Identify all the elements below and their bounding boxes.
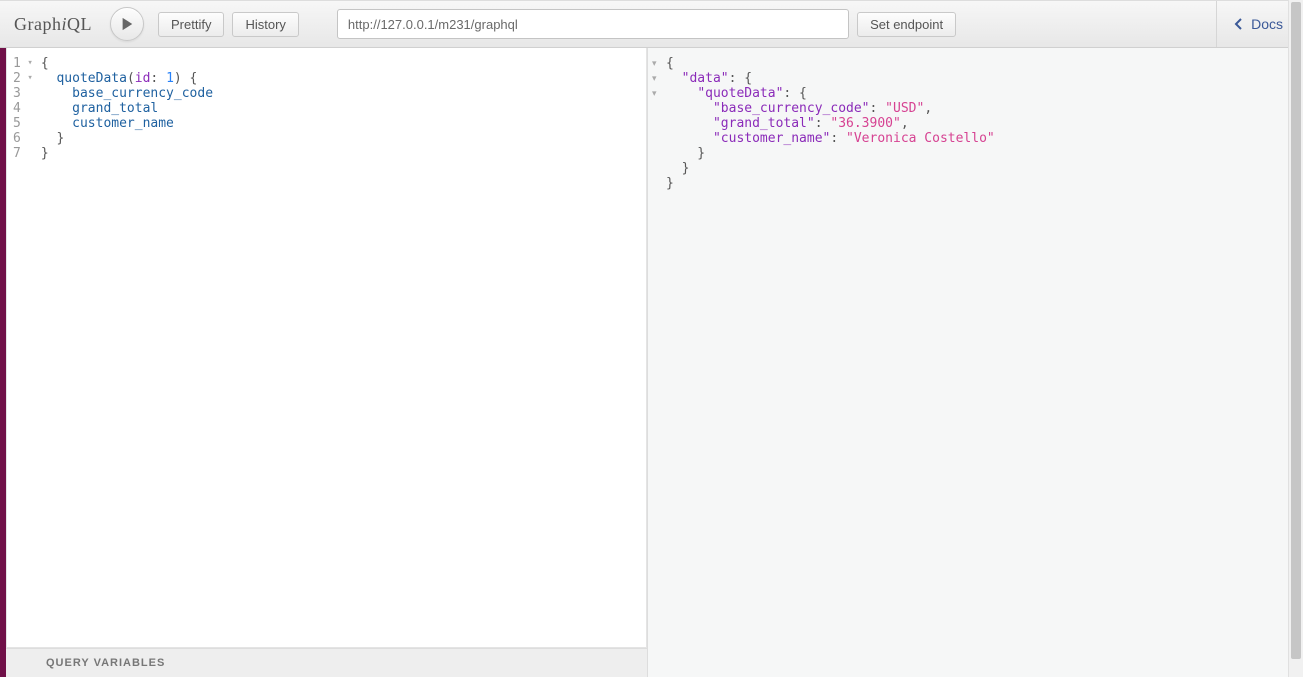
prettify-button[interactable]: Prettify [158, 12, 224, 37]
query-variables-bar[interactable]: QUERY VARIABLES [6, 648, 647, 677]
result-fold-gutter: ▾▾▾ [648, 48, 659, 101]
query-code[interactable]: { quoteData(id: 1) { base_currency_code … [35, 48, 646, 647]
execute-button[interactable] [110, 7, 144, 41]
query-pane: 1▾2▾34567 { quoteData(id: 1) { base_curr… [6, 48, 648, 677]
toolbar: GraphiQL Prettify History Set endpoint D… [0, 0, 1303, 48]
history-button[interactable]: History [232, 12, 298, 37]
endpoint-input[interactable] [337, 9, 849, 39]
result-pane: ▾▾▾ { "data": { "quoteData": { "base_cur… [648, 48, 1303, 677]
result-viewer[interactable]: { "data": { "quoteData": { "base_currenc… [648, 48, 995, 191]
page-scrollbar[interactable] [1288, 0, 1303, 677]
chevron-left-icon [1233, 18, 1245, 30]
docs-toggle[interactable]: Docs [1216, 1, 1289, 47]
page-scrollbar-thumb[interactable] [1291, 2, 1301, 659]
play-icon [120, 17, 134, 31]
query-editor[interactable]: 1▾2▾34567 { quoteData(id: 1) { base_curr… [6, 48, 647, 648]
docs-label: Docs [1251, 16, 1283, 32]
line-gutter: 1▾2▾34567 [7, 48, 35, 647]
app-logo: GraphiQL [14, 14, 92, 35]
set-endpoint-button[interactable]: Set endpoint [857, 12, 956, 37]
main-split: 1▾2▾34567 { quoteData(id: 1) { base_curr… [0, 48, 1303, 677]
